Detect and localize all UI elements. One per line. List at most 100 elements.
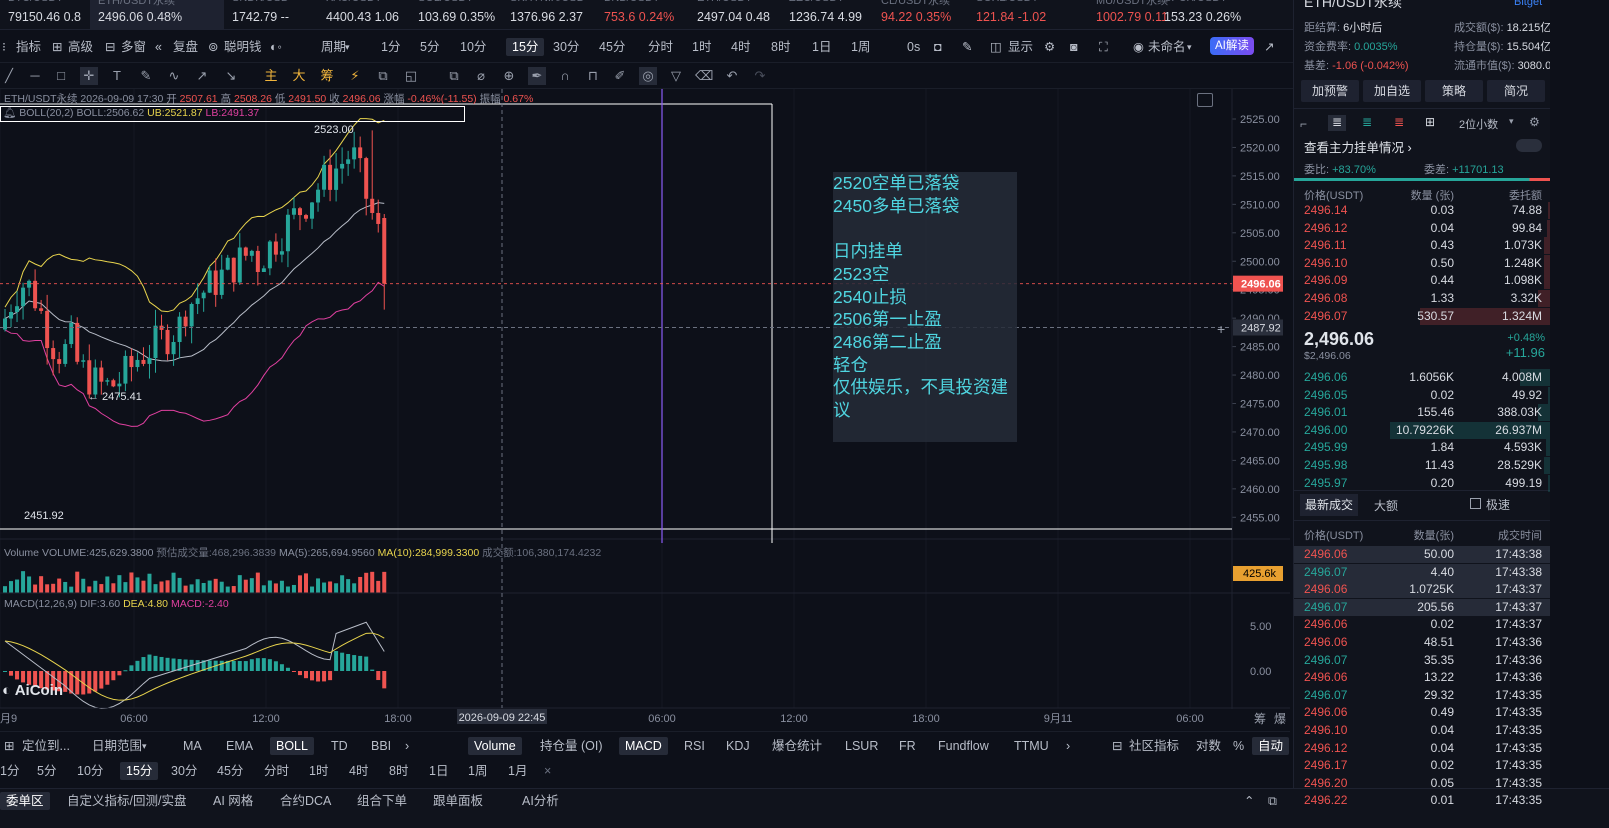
- display-icon[interactable]: ◫: [990, 38, 1002, 56]
- main-indicator[interactable]: MA: [183, 737, 202, 755]
- ticker-item[interactable]: SNDK/USD 1742.79 --: [224, 0, 318, 29]
- community-icon[interactable]: ⊟: [1112, 737, 1122, 755]
- period-option[interactable]: 30分: [171, 762, 197, 780]
- lock-icon[interactable]: ⊓: [584, 67, 602, 85]
- large-trades-tab[interactable]: 大额: [1374, 497, 1398, 514]
- toggle-icon[interactable]: ◐◦: [270, 38, 282, 56]
- orderbook-row[interactable]: 2496.22 0.01 17:43:35: [1294, 792, 1550, 809]
- replay-button[interactable]: 复盘: [173, 38, 198, 56]
- period-option[interactable]: 4时: [349, 762, 368, 780]
- orderbook-row[interactable]: 2496.07 205.56 17:43:37: [1294, 598, 1550, 616]
- period-option[interactable]: 1周: [851, 38, 870, 56]
- copy-icon[interactable]: ⧉: [374, 67, 392, 85]
- period-option[interactable]: 1周: [468, 762, 487, 780]
- bottom-tab[interactable]: AI 网格: [213, 792, 253, 810]
- orderbook-row[interactable]: 2496.09 0.44 1.098K: [1294, 272, 1550, 290]
- rect-tool-icon[interactable]: □: [52, 67, 70, 85]
- latest-trades-tab[interactable]: 最新成交: [1300, 494, 1358, 516]
- period-option[interactable]: 1分: [381, 38, 400, 56]
- smart-money-icon[interactable]: ⊚: [208, 38, 218, 56]
- ai-interpret-button[interactable]: AI解读: [1210, 37, 1254, 55]
- orderbook-row[interactable]: 2496.17 0.02 17:43:35: [1294, 757, 1550, 774]
- book-ask-icon[interactable]: ≣: [1394, 115, 1404, 129]
- undo-icon[interactable]: ↶: [723, 67, 741, 85]
- bottom-tab[interactable]: AI分析: [522, 792, 559, 810]
- advanced-icon[interactable]: ⊞: [52, 38, 62, 56]
- add-alert-button[interactable]: 加预警: [1301, 80, 1359, 102]
- multi-window-button[interactable]: 多窗: [121, 38, 146, 56]
- clone-icon[interactable]: ⧉: [445, 67, 463, 85]
- period-option[interactable]: 10分: [460, 38, 486, 56]
- ticker-item[interactable]: SOXL/USDT 121.84 -1.02: [968, 0, 1088, 29]
- filter-icon[interactable]: ▽: [667, 67, 685, 85]
- period-button[interactable]: 周期: [321, 38, 346, 56]
- camera2-icon[interactable]: ◙: [1070, 38, 1078, 56]
- orderbook-row[interactable]: 2496.06 0.02 17:43:37: [1294, 616, 1550, 633]
- sub-indicator[interactable]: MACD: [619, 737, 668, 755]
- book-grid-icon[interactable]: ⊞: [1425, 115, 1435, 129]
- orderbook-row[interactable]: 2496.06 0.49 17:43:35: [1294, 704, 1550, 721]
- popout-icon[interactable]: ⧉: [1268, 792, 1277, 810]
- sub-indicator[interactable]: RSI: [684, 737, 705, 755]
- period-option[interactable]: 分时: [648, 38, 673, 56]
- multi-window-icon[interactable]: ⊟: [105, 38, 115, 56]
- redo-icon[interactable]: ↷: [751, 67, 769, 85]
- orderbook-row[interactable]: 2495.98 11.43 28.529K: [1294, 457, 1550, 474]
- ruler-icon[interactable]: ⌀: [472, 67, 490, 85]
- main-indicator[interactable]: TD: [331, 737, 348, 755]
- expand-up-icon[interactable]: ⌃: [1244, 792, 1254, 810]
- sub-indicator[interactable]: LSUR: [845, 737, 878, 755]
- indicator-icon[interactable]: ⁝: [2, 38, 6, 56]
- kline-chart[interactable]: 425.6k 5.00 0.00 2525.00 2520.00 2515.00 251…: [0, 89, 1290, 729]
- replay-icon[interactable]: «: [155, 38, 162, 56]
- community-indicator-button[interactable]: 社区指标: [1129, 737, 1179, 755]
- main-indicator[interactable]: EMA: [226, 737, 253, 755]
- ticker-item[interactable]: CL/USDT永续 94.22 0.35%: [873, 0, 968, 29]
- ticker-item[interactable]: ZEC/USDT 1236.74 4.99: [781, 0, 873, 29]
- orderbook-row[interactable]: 2496.20 0.05 17:43:35: [1294, 775, 1550, 792]
- edit2-icon[interactable]: ✐: [611, 67, 629, 85]
- orderbook-row[interactable]: 2496.14 0.03 74.88: [1294, 202, 1550, 219]
- bottom-tab[interactable]: 合约DCA: [280, 792, 331, 810]
- main-indicator[interactable]: BOLL: [270, 737, 314, 755]
- eye-icon[interactable]: ◎: [639, 67, 657, 85]
- bottom-tab[interactable]: 组合下单: [357, 792, 407, 810]
- chip-button[interactable]: 筹: [318, 67, 336, 85]
- ticker-item[interactable]: MU/USDT永续 1002.79 0.11: [1088, 0, 1168, 29]
- strategy-button[interactable]: 策略: [1425, 80, 1483, 102]
- layout-name-select[interactable]: 未命名: [1148, 38, 1186, 56]
- panel-collapse-icon[interactable]: ⌐: [1300, 117, 1307, 131]
- period-option[interactable]: 15分: [506, 38, 545, 56]
- ticker-item[interactable]: ETH/USDT永续 2496.06 0.48%: [90, 0, 224, 29]
- edit-icon[interactable]: ✎: [962, 38, 972, 56]
- book-both-icon[interactable]: ≣: [1328, 115, 1346, 131]
- sub-indicator[interactable]: 爆仓统计: [772, 737, 822, 755]
- signal-icon[interactable]: ⚡: [346, 67, 364, 85]
- add-watchlist-button[interactable]: 加自选: [1363, 80, 1421, 102]
- hline-tool-icon[interactable]: ─: [26, 67, 44, 85]
- period-option[interactable]: 1日: [812, 38, 831, 56]
- expand-icon[interactable]: [1197, 93, 1213, 107]
- ticker-item[interactable]: SKHYNIX/USD 1376.96 2.37: [502, 0, 596, 29]
- settings-icon[interactable]: ⚙: [1044, 38, 1055, 56]
- display-button[interactable]: 显示: [1008, 38, 1033, 56]
- orderbook-row[interactable]: 2496.12 0.04 17:43:35: [1294, 740, 1550, 757]
- chart-area[interactable]: 425.6k 5.00 0.00 2525.00 2520.00 2515.00 251…: [0, 89, 1290, 729]
- log-button[interactable]: 对数: [1196, 737, 1221, 755]
- split-icon[interactable]: ◱: [402, 67, 420, 85]
- arrow-tool-icon[interactable]: ↗: [193, 67, 211, 85]
- sub-indicator[interactable]: FR: [899, 737, 916, 755]
- period-option[interactable]: 1日: [429, 762, 448, 780]
- period-option[interactable]: 10分: [77, 762, 103, 780]
- main-indicator[interactable]: BBI: [371, 737, 391, 755]
- auto-button[interactable]: 自动: [1252, 737, 1290, 755]
- book-settings-icon[interactable]: ⚙: [1529, 115, 1540, 129]
- bottom-tab[interactable]: 自定义指标/回测/实盘: [67, 792, 186, 810]
- seconds-button[interactable]: 0s: [907, 38, 920, 56]
- orderbook-row[interactable]: 2496.12 0.04 99.84: [1294, 219, 1550, 237]
- main-force-button[interactable]: 主: [262, 67, 280, 85]
- fast-checkbox[interactable]: [1470, 498, 1481, 509]
- layout-icon[interactable]: ◉: [1133, 38, 1144, 56]
- line-tool-icon[interactable]: ╱: [0, 67, 18, 85]
- period-option[interactable]: 8时: [389, 762, 408, 780]
